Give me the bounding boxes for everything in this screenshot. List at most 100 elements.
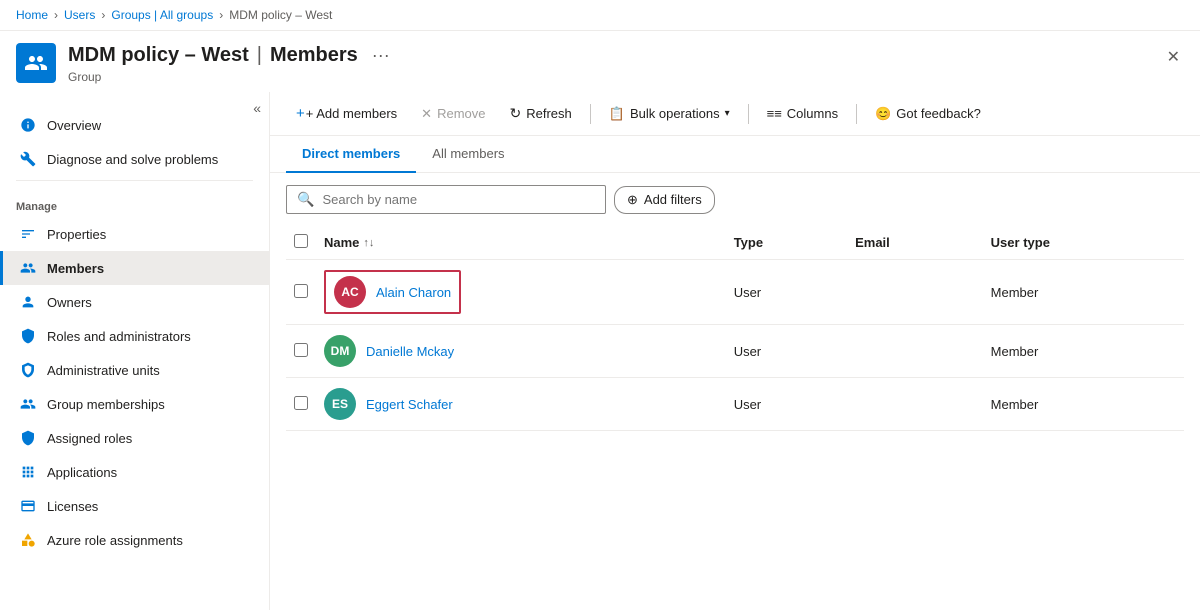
roles-icon	[19, 327, 37, 345]
toolbar: + + Add members ✕ Remove ↻ Refresh 📋 Bul…	[270, 92, 1200, 136]
bulk-operations-button[interactable]: 📋 Bulk operations ▾	[599, 101, 740, 127]
assigned-roles-icon	[19, 429, 37, 447]
row1-email	[847, 260, 983, 325]
azure-roles-icon	[19, 531, 37, 549]
add-members-button[interactable]: + + Add members	[286, 100, 407, 127]
sidebar-item-members[interactable]: Members	[0, 251, 269, 285]
sidebar-item-overview-label: Overview	[47, 118, 101, 133]
sidebar-item-members-label: Members	[47, 261, 104, 276]
row2-checkbox[interactable]	[294, 343, 308, 357]
columns-button[interactable]: ≡≡ Columns	[757, 101, 848, 126]
main-layout: « Overview Diagnose and solve problems M…	[0, 92, 1200, 610]
row2-type: User	[726, 325, 847, 378]
sidebar-item-azure-roles-label: Azure role assignments	[47, 533, 183, 548]
members-table: Name ↑↓ Type Email User type	[286, 226, 1184, 431]
tab-direct-members[interactable]: Direct members	[286, 136, 416, 173]
got-feedback-button[interactable]: 😊 Got feedback?	[865, 101, 991, 127]
breadcrumb: Home › Users › Groups | All groups › MDM…	[0, 0, 1200, 31]
columns-icon: ≡≡	[767, 106, 782, 121]
toolbar-separator-3	[856, 104, 857, 124]
row3-name-link[interactable]: Eggert Schafer	[366, 397, 453, 412]
sidebar-item-overview[interactable]: Overview	[0, 108, 269, 142]
header-title-group: MDM policy – West | Members ··· Group	[68, 43, 1151, 84]
row2-avatar: DM	[324, 335, 356, 367]
refresh-label: Refresh	[526, 106, 572, 121]
add-filters-button[interactable]: ⊕ Add filters	[614, 186, 715, 214]
select-all-checkbox[interactable]	[294, 234, 308, 248]
sidebar-item-licenses[interactable]: Licenses	[0, 489, 269, 523]
sidebar-item-applications-label: Applications	[47, 465, 117, 480]
row1-user-type: Member	[983, 260, 1184, 325]
breadcrumb-groups[interactable]: Groups | All groups	[111, 8, 213, 22]
row2-user-type: Member	[983, 325, 1184, 378]
wrench-icon	[19, 150, 37, 168]
group-name: MDM policy – West	[68, 44, 249, 67]
sidebar: « Overview Diagnose and solve problems M…	[0, 92, 270, 610]
members-icon	[19, 259, 37, 277]
sidebar-item-diagnose[interactable]: Diagnose and solve problems	[0, 142, 269, 176]
sidebar-item-assigned-roles[interactable]: Assigned roles	[0, 421, 269, 455]
members-table-container: Name ↑↓ Type Email User type	[270, 226, 1200, 431]
sidebar-collapse-button[interactable]: «	[249, 96, 265, 120]
row1-checkbox-cell	[286, 260, 316, 325]
admin-units-icon	[19, 361, 37, 379]
header-subtitle: Group	[68, 70, 1151, 84]
row1-name-cell: AC Alain Charon	[316, 260, 726, 325]
table-row: AC Alain Charon User Member	[286, 260, 1184, 325]
row3-checkbox-cell	[286, 378, 316, 431]
th-email: Email	[847, 226, 983, 260]
sidebar-item-properties[interactable]: Properties	[0, 217, 269, 251]
refresh-button[interactable]: ↻ Refresh	[500, 100, 582, 127]
table-row: DM Danielle Mckay User Member	[286, 325, 1184, 378]
breadcrumb-home[interactable]: Home	[16, 8, 48, 22]
sidebar-item-assigned-roles-label: Assigned roles	[47, 431, 132, 446]
nav-section-manage: Manage	[0, 185, 269, 217]
sidebar-item-group-memberships-label: Group memberships	[47, 397, 165, 412]
bulk-ops-icon: 📋	[609, 106, 625, 122]
remove-button[interactable]: ✕ Remove	[411, 101, 495, 127]
breadcrumb-users[interactable]: Users	[64, 8, 95, 22]
nav-divider-manage	[16, 180, 253, 181]
sidebar-item-group-memberships[interactable]: Group memberships	[0, 387, 269, 421]
row2-checkbox-cell	[286, 325, 316, 378]
page-header: MDM policy – West | Members ··· Group ✕	[0, 31, 1200, 92]
sidebar-item-diagnose-label: Diagnose and solve problems	[47, 152, 218, 167]
remove-icon: ✕	[421, 106, 432, 122]
th-checkbox	[286, 226, 316, 260]
group-memberships-icon	[19, 395, 37, 413]
search-box[interactable]: 🔍	[286, 185, 606, 214]
th-type: Type	[726, 226, 847, 260]
sidebar-item-azure-roles[interactable]: Azure role assignments	[0, 523, 269, 557]
toolbar-separator-1	[590, 104, 591, 124]
th-name-label: Name	[324, 235, 359, 250]
th-user-type: User type	[983, 226, 1184, 260]
add-icon: +	[296, 105, 305, 122]
columns-label: Columns	[787, 106, 838, 121]
close-button[interactable]: ✕	[1163, 43, 1184, 71]
search-icon: 🔍	[297, 191, 314, 208]
sidebar-item-roles[interactable]: Roles and administrators	[0, 319, 269, 353]
content-area: + + Add members ✕ Remove ↻ Refresh 📋 Bul…	[270, 92, 1200, 610]
row3-checkbox[interactable]	[294, 396, 308, 410]
ellipsis-button[interactable]: ···	[366, 43, 396, 68]
row1-checkbox[interactable]	[294, 284, 308, 298]
search-input[interactable]	[322, 192, 595, 207]
row1-name-link[interactable]: Alain Charon	[376, 285, 451, 300]
remove-label: Remove	[437, 106, 485, 121]
got-feedback-label: Got feedback?	[896, 106, 981, 121]
tab-all-members[interactable]: All members	[416, 136, 520, 173]
licenses-icon	[19, 497, 37, 515]
sidebar-item-applications[interactable]: Applications	[0, 455, 269, 489]
page-title: MDM policy – West | Members ···	[68, 43, 1151, 68]
sort-icon[interactable]: ↑↓	[363, 237, 374, 249]
row3-type: User	[726, 378, 847, 431]
sidebar-item-admin-units[interactable]: Administrative units	[0, 353, 269, 387]
sidebar-item-owners[interactable]: Owners	[0, 285, 269, 319]
row3-user-type: Member	[983, 378, 1184, 431]
group-icon	[16, 43, 56, 83]
refresh-icon: ↻	[510, 105, 522, 122]
sidebar-item-owners-label: Owners	[47, 295, 92, 310]
row2-name-link[interactable]: Danielle Mckay	[366, 344, 454, 359]
row2-name-cell: DM Danielle Mckay	[316, 325, 726, 378]
sidebar-item-admin-units-label: Administrative units	[47, 363, 160, 378]
